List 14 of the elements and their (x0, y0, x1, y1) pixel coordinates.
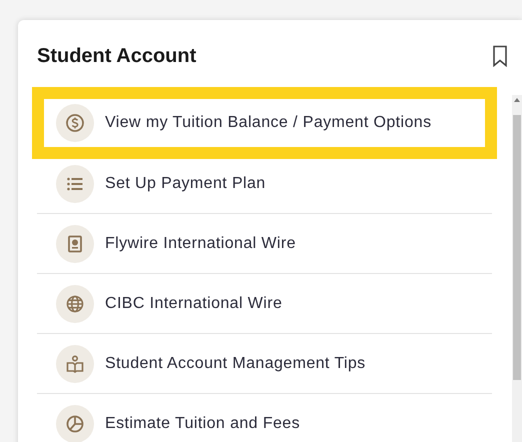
pie-chart-icon (65, 414, 85, 434)
globe-icon (65, 294, 85, 314)
menu-item[interactable]: View my Tuition Balance / Payment Options (37, 92, 492, 154)
menu-item[interactable]: Set Up Payment Plan (37, 154, 492, 214)
menu-item[interactable]: Estimate Tuition and Fees (37, 394, 492, 442)
dollar-coin-icon (65, 112, 85, 132)
passport-icon (65, 234, 85, 254)
person-reading-icon (65, 354, 85, 374)
menu-item[interactable]: CIBC International Wire (37, 274, 492, 334)
scrollbar[interactable] (512, 95, 522, 442)
menu-item[interactable]: Flywire International Wire (37, 214, 492, 274)
menu-item[interactable]: Student Account Management Tips (37, 334, 492, 394)
bookmark-icon[interactable] (492, 45, 508, 67)
card-title: Student Account (37, 44, 196, 68)
